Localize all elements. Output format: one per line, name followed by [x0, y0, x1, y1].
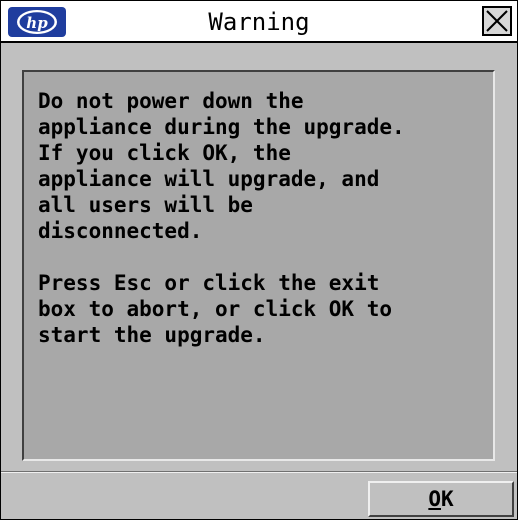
message-panel: Do not power down the appliance during t… — [22, 70, 495, 461]
title-bar: hp Warning — [1, 1, 517, 43]
instruction-message: Press Esc or click the exit box to abort… — [38, 270, 479, 348]
message-line: Do not power down the — [38, 89, 304, 113]
dialog-title: Warning — [208, 8, 310, 36]
ok-button[interactable]: OK — [368, 481, 514, 517]
message-line: box to abort, or click OK to — [38, 297, 393, 321]
warning-dialog: hp Warning Do not power down the applian… — [0, 0, 518, 520]
button-bar-divider — [1, 471, 517, 473]
message-line: Press Esc or click the exit — [38, 271, 380, 295]
message-line: all users will be — [38, 193, 253, 217]
message-line: start the upgrade. — [38, 323, 266, 347]
warning-message: Do not power down the appliance during t… — [38, 88, 479, 244]
message-line: If you click OK, the — [38, 141, 291, 165]
close-button[interactable] — [482, 6, 512, 36]
message-line: disconnected. — [38, 219, 203, 243]
ok-label-rest: K — [441, 487, 454, 511]
message-line: appliance during the upgrade. — [38, 115, 405, 139]
ok-mnemonic: O — [428, 487, 441, 511]
message-line: appliance will upgrade, and — [38, 167, 380, 191]
